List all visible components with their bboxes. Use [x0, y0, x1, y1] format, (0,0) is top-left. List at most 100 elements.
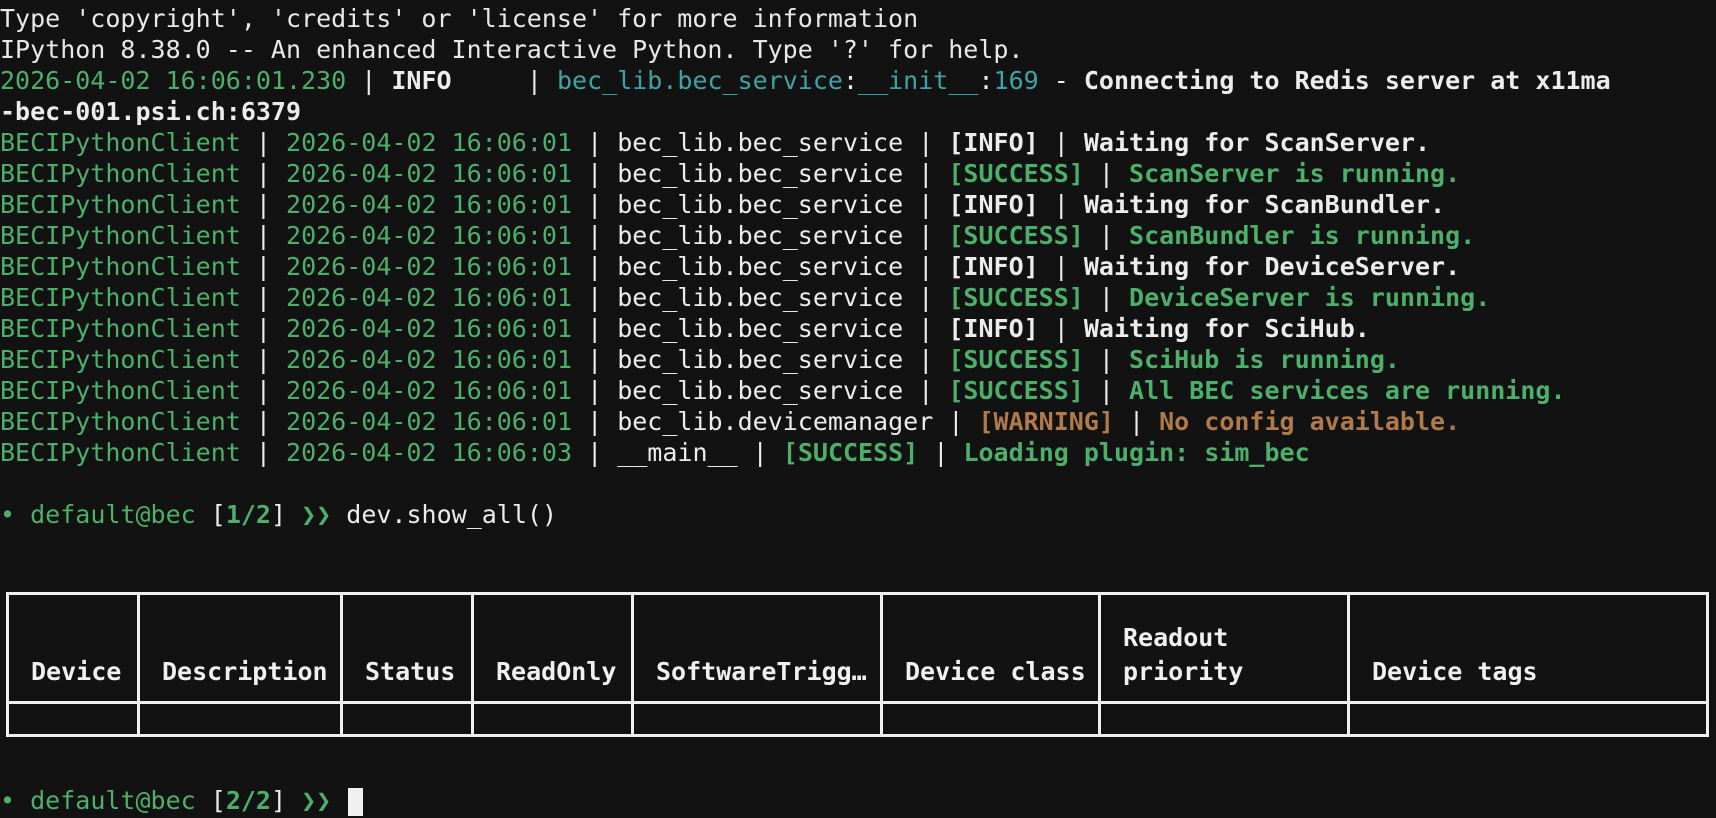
- log-line: BECIPythonClient | 2026-04-02 16:06:01 |…: [0, 188, 1445, 222]
- log-message: SciHub is running.: [1129, 345, 1400, 374]
- table-cell: [1098, 701, 1350, 737]
- log-message: No config available.: [1159, 407, 1461, 436]
- log-module: bec_lib.bec_service: [617, 190, 904, 219]
- prompt-counter: 1/2: [225, 500, 271, 529]
- log-level: [SUCCESS]: [948, 283, 1084, 312]
- prompt-line-2: • default@bec [2/2] ❯❯: [0, 784, 364, 818]
- log-message: Waiting for DeviceServer.: [1083, 252, 1461, 281]
- log-line: BECIPythonClient | 2026-04-02 16:06:01 |…: [0, 343, 1400, 377]
- init-log-line: 2026-04-02 16:06:01.230 | INFO | bec_lib…: [0, 66, 1611, 95]
- log-level: [INFO]: [948, 190, 1039, 219]
- log-source: bec_lib.bec_service: [556, 66, 843, 95]
- log-message: Connecting to Redis server at x11ma: [1083, 66, 1611, 95]
- separator: |: [918, 314, 934, 343]
- log-message: DeviceServer is running.: [1129, 283, 1491, 312]
- column-header-readout-priority: Readout priority: [1098, 592, 1350, 704]
- separator: |: [587, 283, 603, 312]
- separator: |: [587, 407, 603, 436]
- terminal-window[interactable]: Type 'copyright', 'credits' or 'license'…: [0, 0, 1716, 818]
- separator: |: [918, 221, 934, 250]
- log-client: BECIPythonClient: [0, 314, 241, 343]
- separator: |: [1053, 314, 1069, 343]
- log-lineno: 169: [993, 66, 1039, 95]
- banner-line-1: Type 'copyright', 'credits' or 'license'…: [0, 4, 919, 33]
- separator: |: [1053, 128, 1069, 157]
- table-cell: [631, 701, 883, 737]
- log-level: [SUCCESS]: [948, 376, 1084, 405]
- log-timestamp: 2026-04-02 16:06:01.230: [0, 66, 347, 95]
- separator: |: [255, 314, 271, 343]
- log-message-cont: -bec-001.psi.ch:6379: [0, 97, 302, 126]
- command-text: dev.show_all(): [346, 500, 557, 529]
- log-level: [INFO]: [948, 314, 1039, 343]
- column-header-status: Status: [340, 592, 474, 704]
- log-module: bec_lib.bec_service: [617, 252, 904, 281]
- log-message: Waiting for ScanServer.: [1083, 128, 1431, 157]
- log-line: BECIPythonClient | 2026-04-02 16:06:01 |…: [0, 219, 1475, 253]
- log-message: ScanServer is running.: [1129, 159, 1461, 188]
- log-message: Loading plugin: sim_bec: [963, 438, 1310, 467]
- log-client: BECIPythonClient: [0, 376, 241, 405]
- separator: |: [361, 66, 377, 95]
- log-message: ScanBundler is running.: [1129, 221, 1476, 250]
- log-module: __main__: [617, 438, 738, 467]
- separator: |: [526, 66, 542, 95]
- table-cell: [6, 701, 140, 737]
- separator: |: [255, 283, 271, 312]
- banner-line-2: IPython 8.38.0 -- An enhanced Interactiv…: [0, 35, 1024, 64]
- separator: |: [1053, 252, 1069, 281]
- separator: |: [255, 128, 271, 157]
- log-client: BECIPythonClient: [0, 128, 241, 157]
- separator: |: [255, 159, 271, 188]
- log-client: BECIPythonClient: [0, 438, 241, 467]
- log-level: [WARNING]: [978, 407, 1114, 436]
- separator: |: [918, 283, 934, 312]
- log-time: 2026-04-02 16:06:01: [286, 128, 572, 157]
- log-line: BECIPythonClient | 2026-04-02 16:06:01 |…: [0, 312, 1370, 346]
- prompt-user: default@bec: [30, 786, 196, 815]
- log-client: BECIPythonClient: [0, 345, 241, 374]
- text-cursor[interactable]: [348, 788, 364, 816]
- table-cell: [471, 701, 634, 737]
- column-header-softwaretrigger: SoftwareTrigg…: [631, 592, 883, 704]
- log-level: [SUCCESS]: [948, 159, 1084, 188]
- separator: |: [255, 345, 271, 374]
- log-module: bec_lib.devicemanager: [617, 407, 934, 436]
- table-cell: [1347, 701, 1709, 737]
- log-time: 2026-04-02 16:06:01: [286, 221, 572, 250]
- log-time: 2026-04-02 16:06:01: [286, 159, 572, 188]
- log-client: BECIPythonClient: [0, 283, 241, 312]
- log-message: Waiting for SciHub.: [1083, 314, 1370, 343]
- log-time: 2026-04-02 16:06:01: [286, 376, 572, 405]
- log-message: Waiting for ScanBundler.: [1083, 190, 1446, 219]
- separator: |: [948, 407, 964, 436]
- log-module: bec_lib.bec_service: [617, 376, 904, 405]
- separator: |: [587, 252, 603, 281]
- separator: |: [255, 376, 271, 405]
- devices-table: Device Description Status ReadOnly Softw…: [6, 592, 1709, 737]
- separator: |: [1098, 159, 1114, 188]
- log-line: BECIPythonClient | 2026-04-02 16:06:01 |…: [0, 157, 1460, 191]
- prompt-dot: •: [0, 786, 16, 815]
- log-message: All BEC services are running.: [1129, 376, 1566, 405]
- log-time: 2026-04-02 16:06:01: [286, 252, 572, 281]
- separator: |: [255, 190, 271, 219]
- init-log-line-wrap: -bec-001.psi.ch:6379: [0, 95, 301, 129]
- log-line: BECIPythonClient | 2026-04-02 16:06:03 |…: [0, 436, 1310, 470]
- separator: |: [918, 252, 934, 281]
- prompt-dot: •: [0, 500, 16, 529]
- separator: |: [918, 128, 934, 157]
- log-time: 2026-04-02 16:06:01: [286, 407, 572, 436]
- log-time: 2026-04-02 16:06:01: [286, 190, 572, 219]
- separator: |: [587, 159, 603, 188]
- log-client: BECIPythonClient: [0, 252, 241, 281]
- column-header-description: Description: [137, 592, 343, 704]
- separator: |: [587, 128, 603, 157]
- separator: |: [918, 345, 934, 374]
- separator: |: [1128, 407, 1145, 436]
- prompt-arrow-icon: ❯❯: [301, 500, 332, 529]
- table-cell: [880, 701, 1101, 737]
- column-header-device-class: Device class: [880, 592, 1101, 704]
- separator: |: [255, 221, 271, 250]
- log-module: bec_lib.bec_service: [617, 221, 904, 250]
